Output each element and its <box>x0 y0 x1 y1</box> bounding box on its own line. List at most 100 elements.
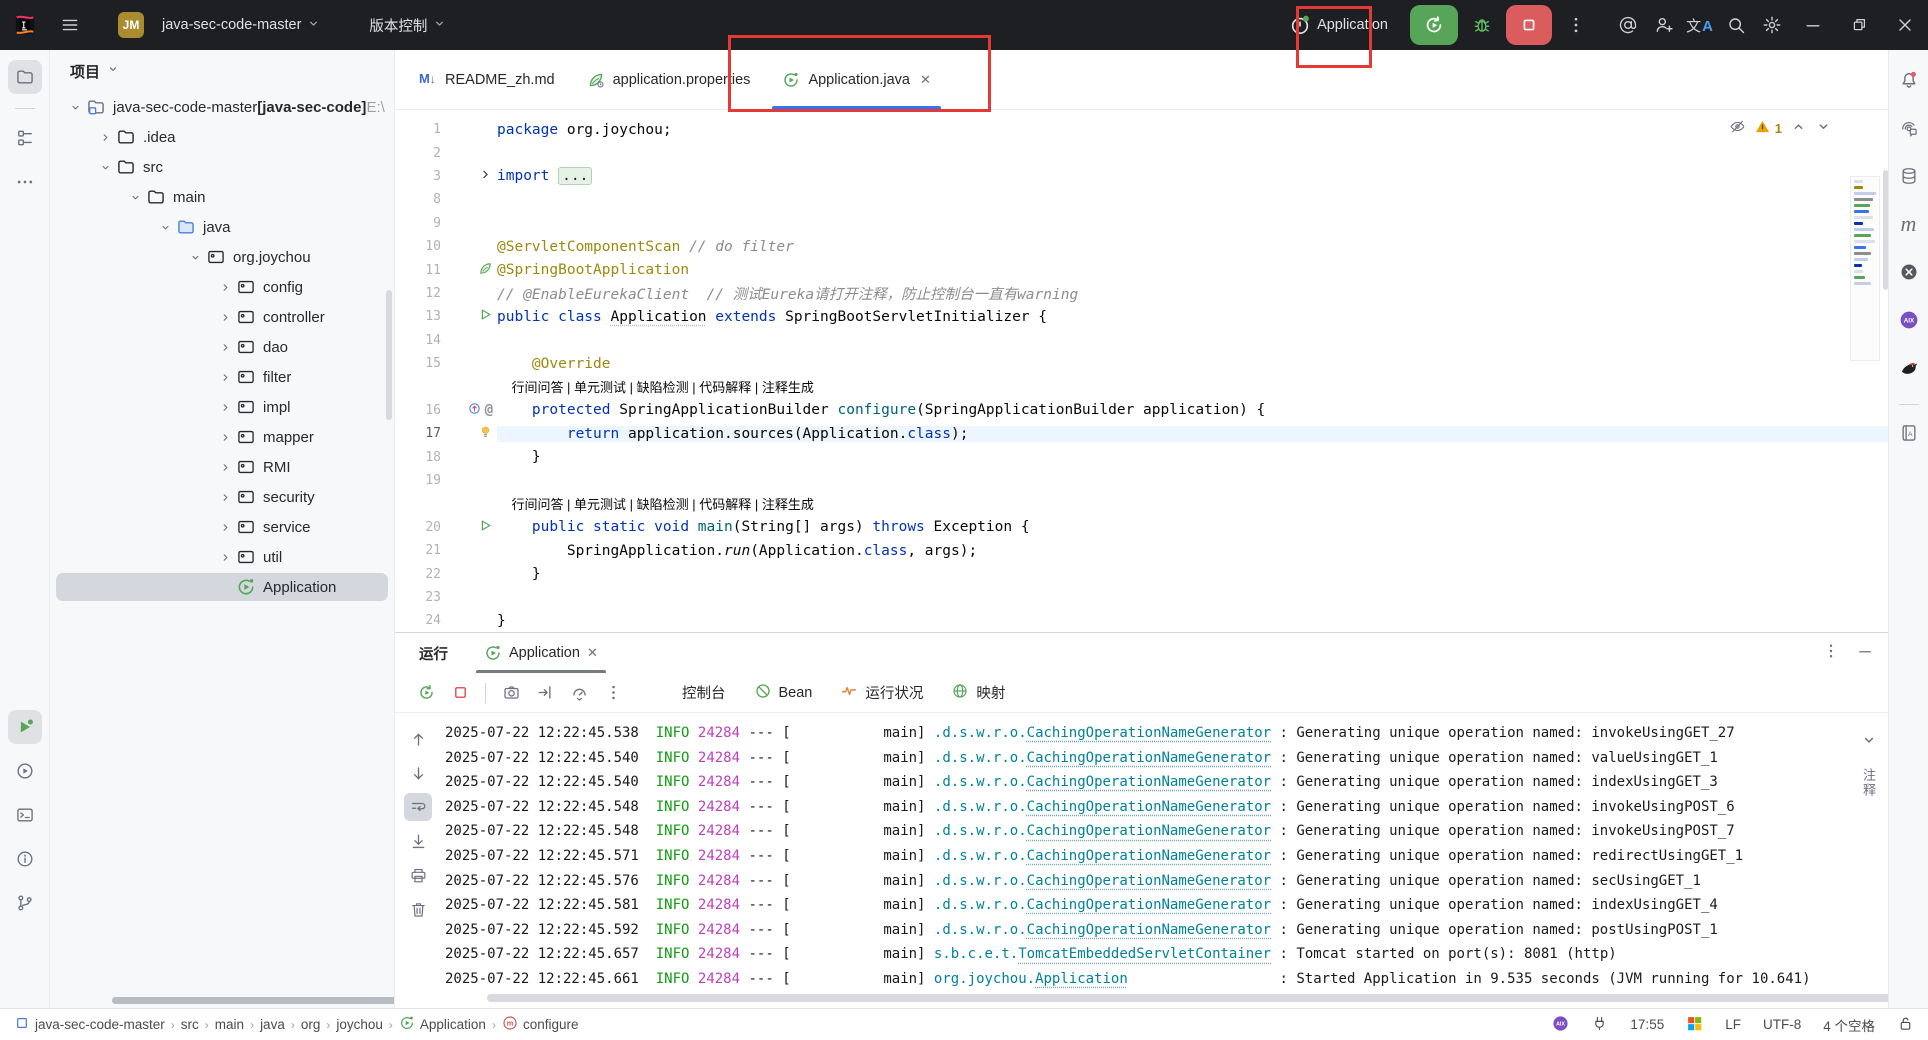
chevron-down-icon[interactable] <box>1860 731 1878 754</box>
restore-icon[interactable] <box>1836 0 1882 50</box>
line-number[interactable]: 17 <box>395 426 441 441</box>
editor-inlay-hints[interactable]: 行间问答 | 单元测试 | 缺陷检测 | 代码解释 | 注释生成 <box>395 492 1888 515</box>
close-icon[interactable]: ✕ <box>587 645 598 661</box>
intention-bulb-icon[interactable] <box>478 424 493 443</box>
minimize-icon[interactable] <box>1790 0 1836 50</box>
breadcrumb-java[interactable]: java <box>260 1017 285 1032</box>
stop-icon[interactable] <box>445 678 475 708</box>
line-number[interactable]: 14 <box>395 333 441 348</box>
tree-chevron-right-icon[interactable] <box>214 336 236 358</box>
breadcrumb-org[interactable]: org <box>301 1017 321 1032</box>
log-logger-link[interactable]: CachingOperationNameGenerator <box>1027 873 1271 889</box>
tree-item-service[interactable]: service <box>50 512 394 542</box>
editor-inlay-hints[interactable]: 行间问答 | 单元测试 | 缺陷检测 | 代码解释 | 注释生成 <box>395 375 1888 398</box>
line-number[interactable]: 16 <box>395 403 441 418</box>
stop-button[interactable] <box>1506 5 1552 45</box>
debug-button[interactable] <box>1464 8 1500 42</box>
breadcrumb-application[interactable]: Application <box>399 1015 486 1034</box>
log-logger-link[interactable]: CachingOperationNameGenerator <box>1027 848 1271 864</box>
tool-stripe-structure-icon[interactable] <box>8 121 42 155</box>
project-panel-header[interactable]: 项目 <box>50 50 394 92</box>
inlay-hint-text[interactable]: 行间问答 | 单元测试 | 缺陷检测 | 代码解释 | 注释生成 <box>497 377 1888 396</box>
breadcrumb-src[interactable]: src <box>181 1017 199 1032</box>
tool-stripe-circle-x-icon[interactable] <box>1893 256 1925 288</box>
tree-item-dao[interactable]: dao <box>50 332 394 362</box>
gear-icon[interactable] <box>1754 8 1790 42</box>
at-icon[interactable] <box>1610 8 1646 42</box>
translate-icon[interactable]: 文A <box>1682 8 1718 42</box>
attach-icon[interactable] <box>530 678 560 708</box>
line-number[interactable]: 15 <box>395 356 441 371</box>
tree-item-filter[interactable]: filter <box>50 362 394 392</box>
tool-stripe-problems-icon[interactable] <box>8 842 42 876</box>
gauge-icon[interactable] <box>564 678 594 708</box>
tree-item-application[interactable]: Application <box>50 572 394 602</box>
tree-item-rmi[interactable]: RMI <box>50 452 394 482</box>
tab-application-properties[interactable]: application.properties <box>571 50 767 109</box>
line-number[interactable]: 11 <box>395 263 441 278</box>
trash-icon[interactable] <box>404 895 432 923</box>
tool-stripe-project-icon[interactable] <box>8 60 42 94</box>
run-gutter-icon[interactable] <box>478 518 493 537</box>
line-number[interactable]: 20 <box>395 520 441 535</box>
line-number[interactable]: 23 <box>395 590 441 605</box>
hide-panel-icon[interactable] <box>1856 642 1874 665</box>
user-plus-icon[interactable] <box>1646 8 1682 42</box>
line-number[interactable]: 12 <box>395 286 441 301</box>
line-number[interactable]: 9 <box>395 216 441 231</box>
print-icon[interactable] <box>404 861 432 889</box>
line-number[interactable]: 1 <box>395 122 441 137</box>
breadcrumb-joychou[interactable]: joychou <box>336 1017 383 1032</box>
tree-item-java-sec-code-master[interactable]: java-sec-code-master [java-sec-code] E:\ <box>50 92 394 122</box>
run-gutter-icon[interactable] <box>478 307 493 326</box>
windows-defender-icon[interactable] <box>1686 1015 1703 1035</box>
breadcrumb-configure[interactable]: m configure <box>502 1015 579 1034</box>
tree-item-controller[interactable]: controller <box>50 302 394 332</box>
console-tab-运行状况[interactable]: 运行状况 <box>826 673 937 712</box>
line-separator[interactable]: LF <box>1725 1017 1741 1032</box>
line-number[interactable]: 3 <box>395 169 441 184</box>
warning-icon[interactable] <box>1754 118 1771 138</box>
inspections-widget[interactable]: 1 <box>1729 118 1832 138</box>
aix-plugin-icon[interactable]: AIX <box>1552 1015 1569 1035</box>
editor-minimap[interactable] <box>1850 176 1880 361</box>
tree-chevron-right-icon[interactable] <box>214 426 236 448</box>
prev-problem-icon[interactable] <box>1790 118 1807 138</box>
tree-chevron-right-icon[interactable] <box>214 276 236 298</box>
tool-stripe-more-icon[interactable] <box>8 165 42 199</box>
tree-horizontal-scrollbar[interactable] <box>112 997 395 1004</box>
line-number[interactable]: 18 <box>395 450 441 465</box>
tree-item-security[interactable]: security <box>50 482 394 512</box>
log-logger-link[interactable]: Application <box>1035 971 1128 987</box>
vcs-selector[interactable]: 版本控制 <box>361 10 455 41</box>
log-logger-link[interactable]: CachingOperationNameGenerator <box>1027 922 1271 938</box>
log-logger-link[interactable]: TomcatEmbeddedServletContainer <box>1018 946 1271 962</box>
console-tab-bean[interactable]: Bean <box>740 673 827 712</box>
rerun-icon[interactable] <box>411 678 441 708</box>
line-number[interactable]: 2 <box>395 146 441 161</box>
tab-application-java[interactable]: Application.java ✕ <box>766 50 946 109</box>
annotated-gutter-icon[interactable]: @ <box>485 402 493 418</box>
project-avatar[interactable]: JM <box>118 12 144 38</box>
tree-chevron-down-icon[interactable] <box>184 246 206 268</box>
tree-chevron-right-icon[interactable] <box>214 486 236 508</box>
camera-icon[interactable] <box>496 678 526 708</box>
tree-chevron-right-icon[interactable] <box>214 396 236 418</box>
more-actions-icon[interactable] <box>1558 8 1594 42</box>
tree-vertical-scrollbar[interactable] <box>386 290 392 420</box>
power-save-plug-icon[interactable] <box>1591 1015 1608 1035</box>
next-problem-icon[interactable] <box>1815 118 1832 138</box>
fold-chevron-icon[interactable] <box>478 167 493 186</box>
close-icon[interactable] <box>1882 0 1928 50</box>
tool-stripe-database-icon[interactable] <box>1893 160 1925 192</box>
project-selector[interactable]: java-sec-code-master <box>154 11 329 40</box>
tree-item--idea[interactable]: .idea <box>50 122 394 152</box>
breadcrumb-main[interactable]: main <box>215 1017 244 1032</box>
arrow-up-icon[interactable] <box>404 725 432 753</box>
tree-item-impl[interactable]: impl <box>50 392 394 422</box>
log-logger-link[interactable]: CachingOperationNameGenerator <box>1027 799 1271 815</box>
console-output[interactable]: 2025-07-22 12:22:45.538 INFO 24284 --- [… <box>441 713 1888 1008</box>
tree-chevron-down-icon[interactable] <box>94 156 116 178</box>
line-number[interactable]: 19 <box>395 473 441 488</box>
tool-stripe-documentation-icon[interactable]: A <box>1893 417 1925 449</box>
